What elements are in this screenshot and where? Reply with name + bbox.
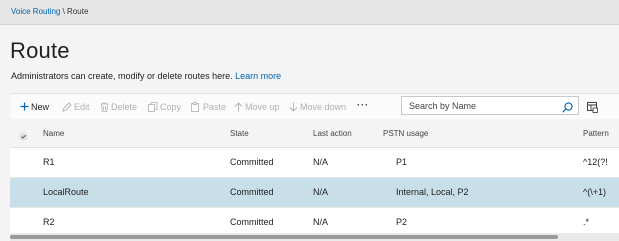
cell-pattern: ^(\+1) — [583, 187, 606, 197]
cell-pattern: ^12(?! — [583, 157, 608, 167]
copy-icon — [148, 101, 158, 112]
delete-button-label: Delete — [111, 101, 138, 112]
paste-button-label: Paste — [203, 101, 227, 112]
command-bar: New Edit Delete Copy Paste Move up Move … — [10, 93, 619, 120]
table-row[interactable]: R1 Committed N/A P1 ^12(?! — [10, 148, 619, 178]
move-down-button[interactable]: Move down — [289, 100, 346, 113]
trash-icon — [100, 102, 109, 112]
column-picker-icon[interactable] — [587, 100, 598, 118]
arrow-up-icon — [234, 101, 243, 112]
search-input[interactable] — [409, 99, 559, 112]
cell-name: R2 — [43, 217, 55, 227]
move-up-button[interactable]: Move up — [234, 100, 280, 113]
cell-pattern: .* — [583, 217, 590, 227]
copy-button-label: Copy — [160, 101, 182, 112]
column-header-pstn-usage[interactable]: PSTN usage — [383, 129, 428, 138]
cell-last-action: N/A — [313, 217, 329, 227]
cell-state: Committed — [230, 187, 274, 197]
column-header-last-action[interactable]: Last action — [313, 129, 352, 138]
description-text: Administrators can create, modify or del… — [11, 71, 233, 81]
edit-button[interactable]: Edit — [62, 100, 90, 113]
pencil-icon — [62, 101, 72, 112]
page-title: Route — [10, 38, 70, 63]
new-button[interactable]: New — [20, 100, 49, 113]
cell-pstn-usage: Internal, Local, P2 — [396, 187, 469, 197]
column-header-state[interactable]: State — [230, 129, 249, 138]
cell-last-action: N/A — [313, 157, 329, 167]
edit-button-label: Edit — [74, 101, 90, 112]
breadcrumb-current: Route — [67, 7, 89, 16]
scrollbar-thumb[interactable] — [10, 235, 558, 239]
checkmark-icon[interactable] — [19, 128, 28, 146]
move-up-button-label: Move up — [245, 101, 280, 112]
arrow-down-icon — [289, 102, 298, 112]
paste-icon — [191, 101, 201, 112]
column-header-pattern[interactable]: Pattern — [583, 129, 609, 138]
delete-button[interactable]: Delete — [100, 100, 137, 113]
copy-button[interactable]: Copy — [148, 100, 181, 113]
paste-button[interactable]: Paste — [191, 100, 226, 113]
learn-more-link[interactable]: Learn more — [235, 71, 281, 81]
cell-name: LocalRoute — [43, 187, 89, 197]
cell-last-action: N/A — [313, 187, 329, 197]
plus-icon — [20, 102, 29, 111]
move-down-button-label: Move down — [300, 101, 347, 112]
cell-state: Committed — [230, 157, 274, 167]
horizontal-scrollbar[interactable] — [10, 233, 619, 241]
new-button-label: New — [31, 101, 50, 112]
top-bar: Voice Routing \ Route — [0, 0, 619, 25]
breadcrumb: Voice Routing \ Route — [11, 7, 88, 16]
cell-pstn-usage: P2 — [396, 217, 408, 227]
table-row[interactable]: LocalRoute Committed N/A Internal, Local… — [10, 178, 619, 208]
cell-pstn-usage: P1 — [396, 157, 408, 167]
cell-state: Committed — [230, 217, 274, 227]
column-header-name[interactable]: Name — [43, 129, 64, 138]
search-icon[interactable] — [562, 100, 573, 118]
more-options-button[interactable]: ··· — [357, 98, 369, 111]
breadcrumb-link-voice-routing[interactable]: Voice Routing — [11, 7, 60, 16]
page-description: Administrators can create, modify or del… — [11, 71, 281, 81]
search-box — [401, 96, 579, 115]
table-header: Name State Last action PSTN usage Patter… — [10, 119, 619, 148]
cell-name: R1 — [43, 157, 55, 167]
